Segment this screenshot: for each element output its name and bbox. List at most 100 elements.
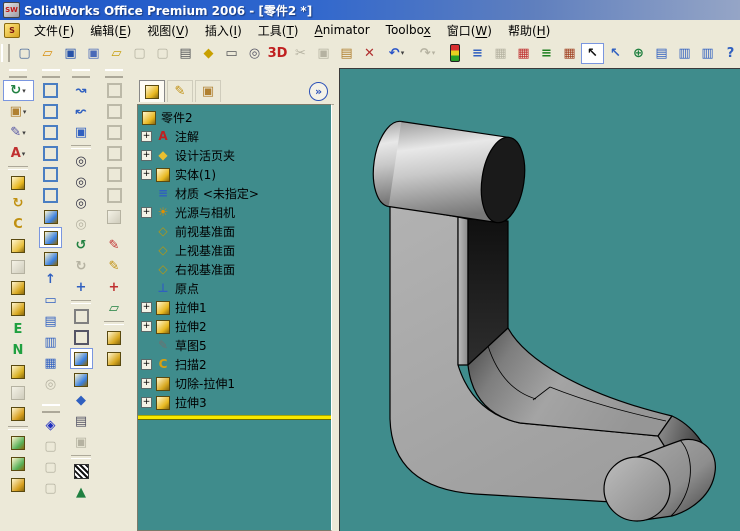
graphics-viewport[interactable] [339,68,740,531]
chamfer-button[interactable] [7,453,30,474]
tree-item[interactable]: 零件2 [138,108,331,127]
draft-button[interactable] [7,474,30,495]
tree-item[interactable]: + C 扫描2 [138,355,331,374]
menu-help[interactable]: 帮助(H) [500,20,558,41]
tree-item[interactable]: ◇ 右视基准面 [138,260,331,279]
make-drawing-button[interactable]: ▱ [105,43,128,64]
section-view-button[interactable]: ▤ [70,411,93,432]
configurationmanager-tab[interactable]: ▣ [195,80,221,102]
tree-item[interactable]: + A 注解 [138,127,331,146]
fly-through-button[interactable]: ↝ [70,80,93,101]
material-editor-button[interactable]: ≡ [535,43,558,64]
view-top-button[interactable] [39,164,62,185]
redraw-button[interactable]: ↺ [70,235,93,256]
sketch-button[interactable]: ✎ [103,256,126,277]
propertymanager-tab[interactable]: ✎ [167,80,193,102]
view-normal-to-button[interactable]: ↑ [39,269,62,290]
expand-icon[interactable]: + [141,321,152,332]
tree-item[interactable]: ◇ 前视基准面 [138,222,331,241]
four-view-button[interactable]: ▦ [39,353,62,374]
menu-toolbox[interactable]: Toolbox [378,21,439,39]
expand-icon[interactable]: + [141,131,152,142]
tree-item[interactable]: + ☀ 光源与相机 [138,203,331,222]
expand-icon[interactable]: + [141,359,152,370]
extruded-cut-button[interactable] [7,277,30,298]
paste-button[interactable]: ▤ [335,43,358,64]
help-button[interactable]: ? [719,43,740,64]
sketch-flyout-button[interactable]: ✎ ▾ [3,122,34,143]
3d-drawing-view-button[interactable]: ▣ [70,122,93,143]
fillet-button[interactable] [7,432,30,453]
tree-item[interactable]: + 切除-拉伸1 [138,374,331,393]
toolbar-grip[interactable] [9,69,27,78]
point-button[interactable]: + [103,277,126,298]
save-button[interactable]: ▣ [59,43,82,64]
menu-edit[interactable]: 编辑(E) [82,20,139,41]
view-dimetric-button[interactable] [39,248,62,269]
zebra-stripes-button[interactable] [70,461,93,482]
app-icon[interactable]: SW [3,2,20,18]
zoom-to-area-button[interactable]: ◎ [70,172,93,193]
tree-item[interactable]: ◇ 上视基准面 [138,241,331,260]
view-isometric-button[interactable] [39,206,62,227]
toolbar-grip[interactable] [1,44,10,62]
feature-tool-1-button[interactable] [103,327,126,348]
split-panes-button[interactable]: ▥ [696,43,719,64]
extruded-boss-button[interactable] [7,172,30,193]
toolbar-grip[interactable] [41,404,60,413]
dropdown-arrow-icon[interactable]: ▾ [22,150,26,158]
toolbar-grip[interactable] [41,69,60,78]
menu-tools[interactable]: 工具(T) [250,20,307,41]
zoom-to-fit-button[interactable]: ◎ [70,151,93,172]
selection-filter-button[interactable]: ↖ [604,43,627,64]
lofted-cut-button[interactable]: N [7,340,30,361]
hole-wizard-button[interactable] [7,361,30,382]
new-button[interactable]: ▢ [13,43,36,64]
expand-icon[interactable]: + [141,378,152,389]
expand-icon[interactable]: + [141,150,152,161]
expand-icon[interactable]: + [141,302,152,313]
page-setup-button[interactable]: ▤ [174,43,197,64]
view-back-button[interactable] [39,101,62,122]
tree-item[interactable]: + 拉伸2 [138,317,331,336]
view-orientation-flyout-button[interactable]: ↻ ▾ [2,80,34,101]
menu-animator[interactable]: Animator [306,21,377,39]
task-pane-button[interactable]: ▥ [673,43,696,64]
feature-manager-area-button[interactable]: ▤ [650,43,673,64]
dropdown-arrow-icon[interactable]: ▾ [22,87,26,95]
toolbar-grip[interactable] [72,69,90,78]
menu-view[interactable]: 视图(V) [139,20,197,41]
swept-cut-button[interactable]: E [7,319,30,340]
realview-button[interactable]: ▲ [70,482,93,503]
options-list-button[interactable]: ≡ [466,43,489,64]
tree-item[interactable]: + 实体(1) [138,165,331,184]
edrawings-globe-button[interactable]: ⊕ [627,43,650,64]
print-button[interactable]: ▭ [220,43,243,64]
toolbar-grip[interactable] [105,69,123,78]
featuremanager-tab[interactable] [139,80,165,102]
expand-icon[interactable]: + [141,207,152,218]
print-preview-button[interactable]: ◎ [243,43,266,64]
view-front-button[interactable] [39,80,62,101]
wireframe-button[interactable] [70,306,93,327]
tree-item[interactable]: + 拉伸1 [138,298,331,317]
view-right-button[interactable] [39,143,62,164]
dropdown-arrow-icon[interactable]: ▾ [23,108,27,116]
panel-overflow-button[interactable]: » [309,81,328,101]
edit-color-button[interactable]: ▦ [512,43,535,64]
tree-item[interactable]: + ◆ 设计活页夹 [138,146,331,165]
shaded-button[interactable] [70,369,93,390]
feature-tool-2-button[interactable] [103,348,126,369]
lofted-boss-button[interactable] [7,235,30,256]
swept-boss-button[interactable]: C [7,214,30,235]
shadows-button[interactable]: ◆ [70,390,93,411]
menu-file[interactable]: 文件(F) [26,20,82,41]
tree-item[interactable]: ✎ 草图5 [138,336,331,355]
document-system-icon[interactable]: S [4,22,20,38]
dropdown-arrow-icon[interactable]: ▾ [401,49,405,57]
rollback-bar[interactable] [138,415,331,420]
menu-window[interactable]: 窗口(W) [439,20,500,41]
view-bottom-button[interactable] [39,185,62,206]
rebuild-button[interactable] [443,43,466,64]
menu-insert[interactable]: 插入(I) [197,20,250,41]
